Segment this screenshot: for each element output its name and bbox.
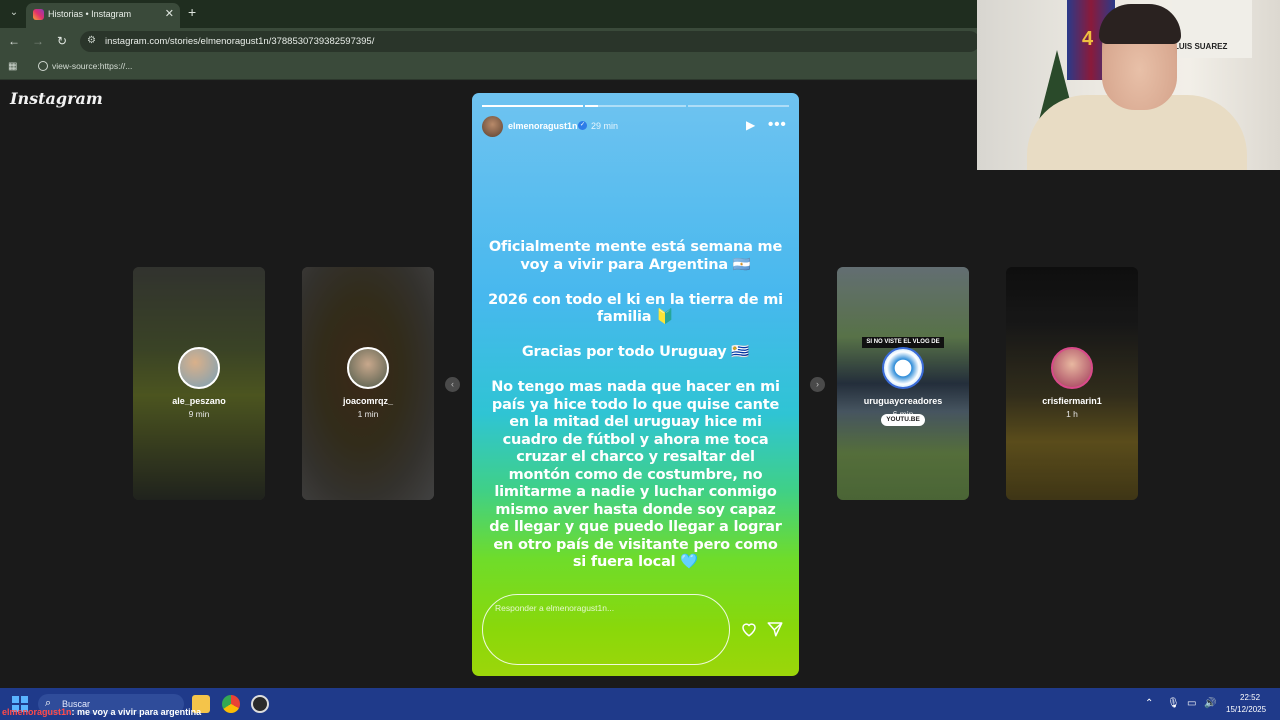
tab-search-chevron-icon[interactable]: ⌄ bbox=[6, 5, 22, 21]
globe-icon bbox=[38, 61, 48, 71]
story-paragraph: Gracias por todo Uruguay 🇺🇾 bbox=[521, 344, 750, 360]
story-preview-card[interactable]: joacomrqz_ 1 min bbox=[302, 267, 434, 500]
avatar bbox=[347, 347, 389, 389]
avatar bbox=[178, 347, 220, 389]
story-paragraph: Oficialmente mente está semana me voy a … bbox=[488, 239, 783, 273]
tab-title: Historias • Instagram bbox=[48, 9, 132, 19]
tab-close-icon[interactable]: ✕ bbox=[165, 7, 174, 20]
avatar[interactable] bbox=[482, 116, 503, 137]
story-author[interactable]: elmenoragust1n bbox=[508, 121, 578, 131]
active-story[interactable]: elmenoragust1n ✓ 29 min ▶ ••• Oficialmen… bbox=[472, 93, 799, 676]
clock-time[interactable]: 22:52 bbox=[1240, 693, 1260, 702]
webcam-overlay: 4 LUIS SUAREZ bbox=[977, 0, 1280, 170]
chrome-icon[interactable] bbox=[222, 695, 240, 713]
jersey-number: 4 bbox=[1082, 28, 1094, 50]
play-icon[interactable]: ▶ bbox=[746, 118, 755, 132]
progress-segment bbox=[585, 105, 686, 107]
story-time: 9 min bbox=[188, 409, 210, 419]
progress-segment bbox=[688, 105, 789, 107]
tray-chevron-icon[interactable]: ⌃ bbox=[1145, 698, 1153, 709]
instagram-favicon-icon bbox=[33, 9, 44, 20]
avatar bbox=[1051, 347, 1093, 389]
story-progress bbox=[482, 105, 789, 107]
verified-badge-icon: ✓ bbox=[578, 121, 587, 130]
reload-icon[interactable]: ↻ bbox=[54, 33, 70, 49]
story-username: joacomrqz_ bbox=[342, 396, 393, 406]
story-preview-card[interactable]: SI NO VISTE EL VLOG DE CHILE uruguaycrea… bbox=[837, 267, 969, 500]
network-icon[interactable]: ▭ bbox=[1187, 698, 1196, 709]
caption-text: : me voy a vivir para argentina bbox=[71, 707, 202, 717]
address-bar[interactable]: ⚙ instagram.com/stories/elmenoragust1n/3… bbox=[80, 31, 980, 52]
instagram-logo[interactable]: Instagram bbox=[10, 89, 103, 108]
poster-text: LUIS SUAREZ bbox=[1174, 42, 1228, 51]
site-info-icon[interactable]: ⚙ bbox=[87, 35, 96, 46]
caption-user: elmenoragust1n bbox=[2, 707, 72, 717]
progress-segment bbox=[482, 105, 583, 107]
avatar bbox=[882, 347, 924, 389]
microphone-icon[interactable]: 🎙 bbox=[1167, 698, 1180, 709]
clock-date[interactable]: 15/12/2025 bbox=[1226, 705, 1266, 714]
apps-grid-icon[interactable]: ▦ bbox=[8, 61, 17, 72]
story-link-sticker: YOUTU.BE bbox=[881, 414, 925, 426]
reply-box[interactable] bbox=[482, 594, 730, 665]
story-paragraph: 2026 con todo el ki en la tierra de mi f… bbox=[488, 291, 783, 326]
story-text: Oficialmente mente está semana me voy a … bbox=[488, 239, 783, 589]
stories-viewer: Instagram ale_peszano 9 min joacomrqz_ 1… bbox=[0, 81, 1280, 688]
story-username: ale_peszano bbox=[172, 396, 226, 406]
story-paragraph: No tengo mas nada que hacer en mi país y… bbox=[489, 379, 782, 570]
forward-arrow-icon[interactable]: → bbox=[30, 33, 46, 49]
previous-story-arrow-icon[interactable]: ‹ bbox=[445, 377, 460, 392]
story-username: uruguaycreadores bbox=[863, 396, 943, 406]
story-time: 29 min bbox=[591, 121, 619, 131]
send-icon[interactable] bbox=[766, 620, 784, 638]
story-preview-card[interactable]: crisfiermarin1 1 h bbox=[1006, 267, 1138, 500]
story-time: 1 h bbox=[1066, 409, 1078, 419]
story-header: elmenoragust1n ✓ 29 min ▶ ••• bbox=[482, 115, 789, 137]
streamer-hair bbox=[1099, 4, 1181, 44]
next-story-arrow-icon[interactable]: › bbox=[810, 377, 825, 392]
chrome-profile-icon[interactable] bbox=[251, 695, 269, 713]
address-url[interactable]: instagram.com/stories/elmenoragust1n/378… bbox=[105, 36, 374, 47]
stream-caption: elmenoragust1n: me voy a vivir para arge… bbox=[2, 707, 201, 717]
volume-icon[interactable]: 🔊 bbox=[1204, 698, 1216, 709]
story-preview-card[interactable]: ale_peszano 9 min bbox=[133, 267, 265, 500]
story-time: 1 min bbox=[357, 409, 379, 419]
reply-input[interactable] bbox=[495, 601, 715, 615]
bookmark-label: view-source:https://... bbox=[52, 61, 133, 71]
new-tab-button[interactable]: + bbox=[188, 4, 196, 20]
bookmark-item[interactable]: view-source:https://... bbox=[38, 61, 132, 71]
story-username: crisfiermarin1 bbox=[1042, 396, 1102, 406]
heart-icon[interactable] bbox=[740, 620, 758, 638]
back-arrow-icon[interactable]: ← bbox=[6, 33, 22, 49]
browser-tab[interactable]: Historias • Instagram ✕ bbox=[26, 3, 180, 28]
more-options-icon[interactable]: ••• bbox=[768, 116, 787, 133]
